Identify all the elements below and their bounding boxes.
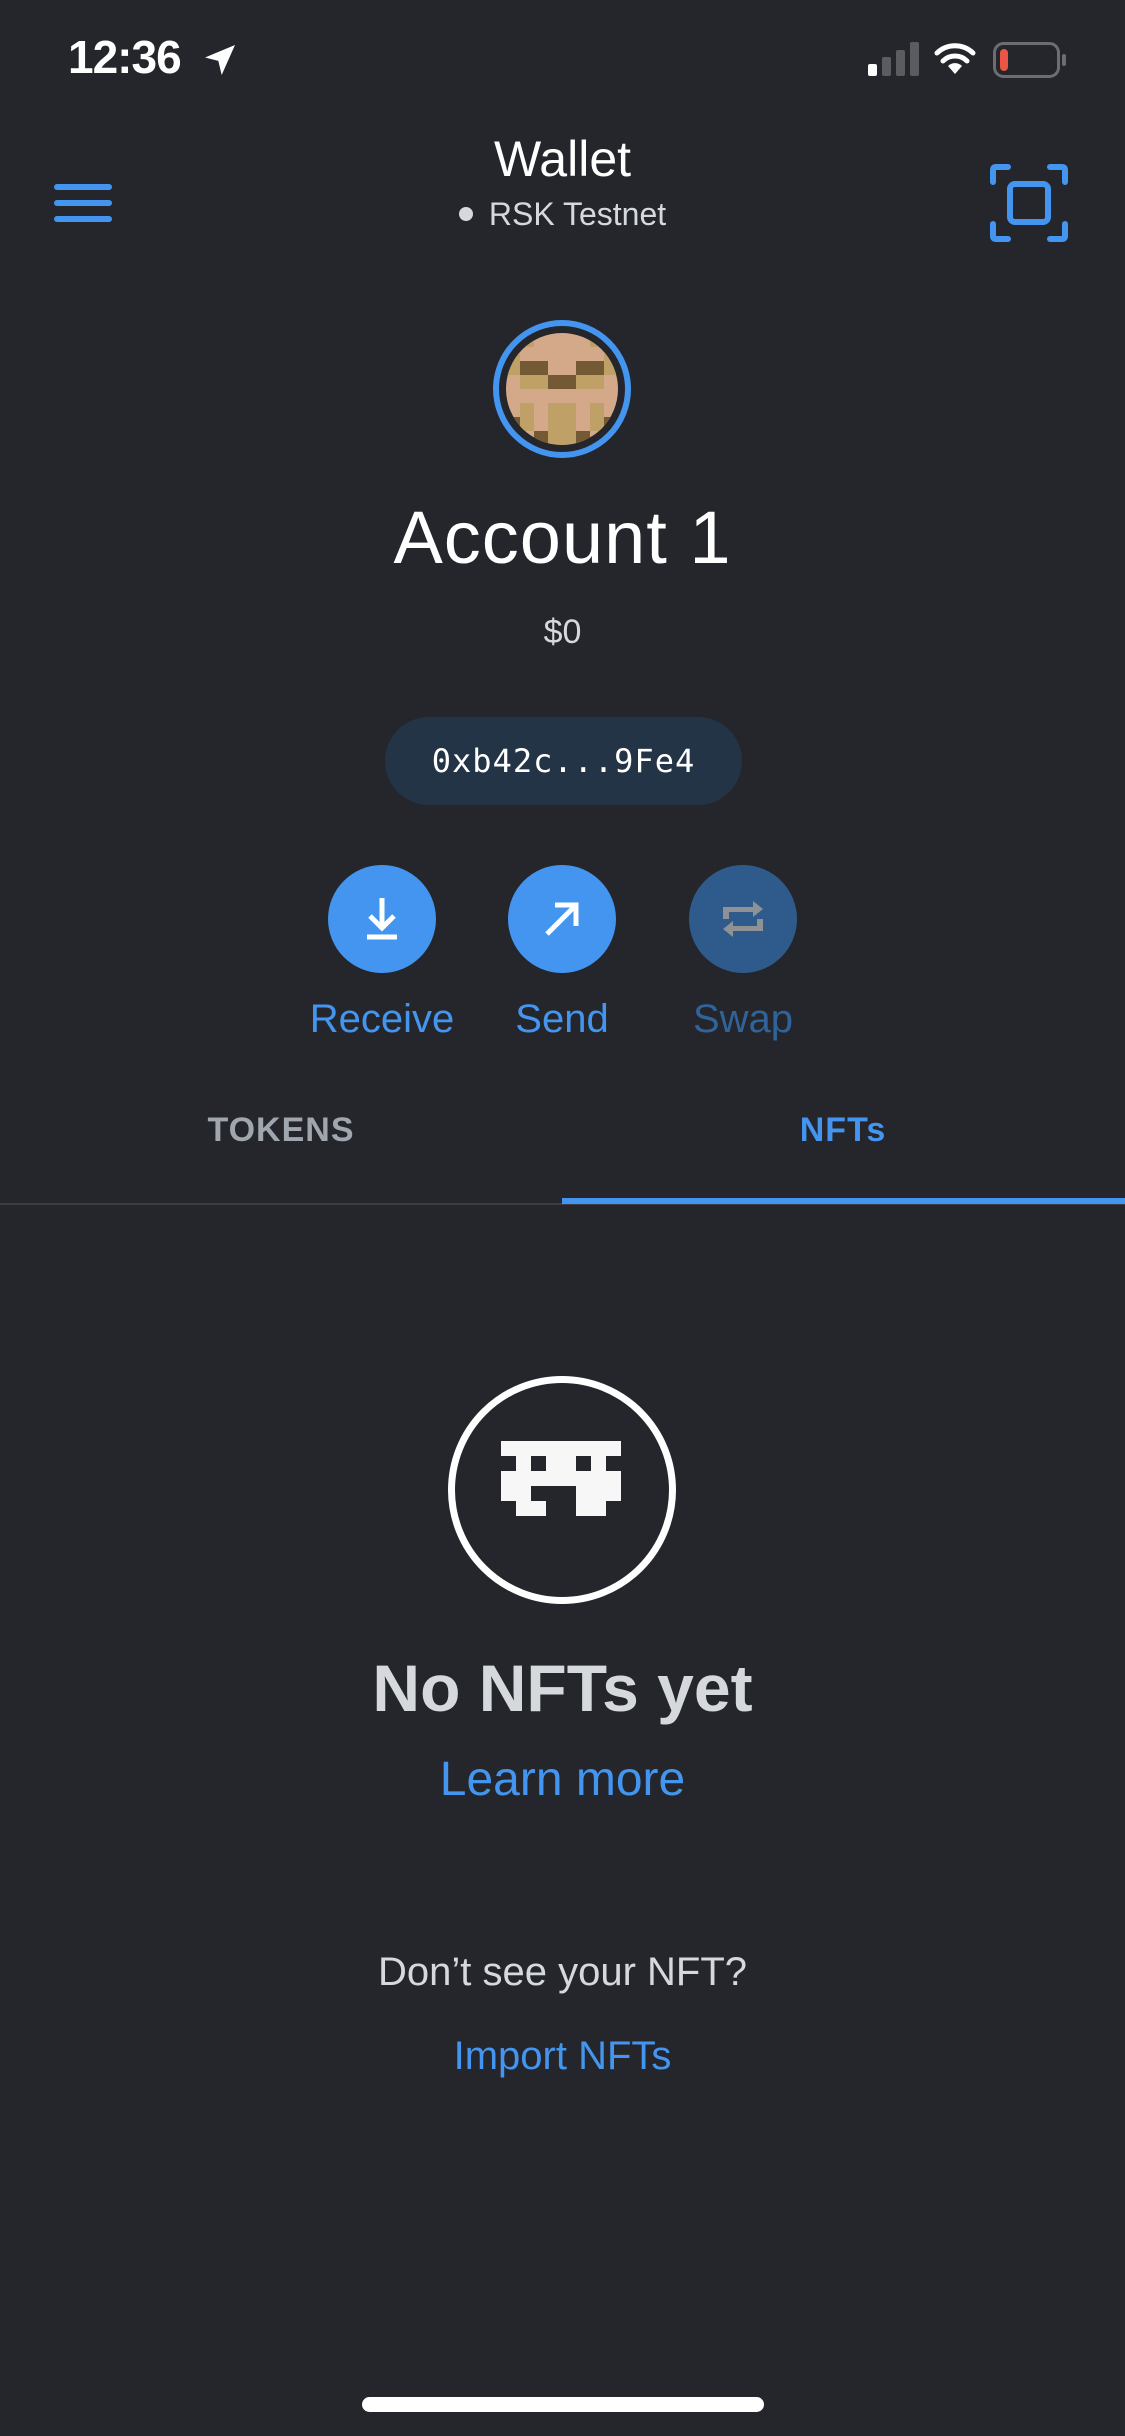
- swap-button-circle: [689, 865, 797, 973]
- wifi-icon: [934, 43, 976, 74]
- learn-more-link[interactable]: Learn more: [0, 1752, 1125, 1807]
- status-time: 12:36: [68, 31, 182, 83]
- receive-button[interactable]: Receive: [292, 865, 472, 1042]
- battery-icon: [993, 42, 1066, 78]
- swap-button[interactable]: Swap: [653, 865, 833, 1042]
- active-tab-indicator: [562, 1198, 1125, 1204]
- qr-scan-icon[interactable]: [990, 164, 1068, 242]
- swap-arrows-icon: [723, 901, 763, 937]
- identicon-avatar: [506, 333, 618, 445]
- account-address-button[interactable]: 0xb42c...9Fe4: [385, 717, 742, 805]
- space-invader-icon: [501, 1441, 621, 1516]
- send-button[interactable]: Send: [472, 865, 652, 1042]
- tab-tokens[interactable]: TOKENS: [0, 1090, 562, 1200]
- send-button-circle: [508, 865, 616, 973]
- network-selector[interactable]: RSK Testnet: [0, 196, 1125, 233]
- empty-state-icon-circle: [448, 1376, 676, 1604]
- swap-label: Swap: [692, 997, 794, 1041]
- account-name[interactable]: Account 1: [0, 495, 1125, 580]
- missing-nft-prompt: Don’t see your NFT?: [377, 1950, 748, 1994]
- receive-label: Receive: [309, 997, 455, 1041]
- cellular-signal-icon: [868, 42, 919, 76]
- tab-nfts[interactable]: NFTs: [562, 1090, 1124, 1200]
- account-address: 0xb42c...9Fe4: [431, 742, 696, 780]
- avatar[interactable]: [493, 320, 631, 458]
- network-status-dot: [458, 206, 473, 221]
- page-title: Wallet: [493, 131, 632, 187]
- location-arrow-icon: [205, 45, 235, 75]
- network-name: RSK Testnet: [488, 196, 667, 232]
- home-indicator[interactable]: [362, 2397, 764, 2412]
- send-arrow-up-right-icon: [545, 902, 579, 936]
- receive-button-circle: [328, 865, 436, 973]
- receive-arrow-down-icon: [367, 898, 397, 940]
- send-label: Send: [515, 997, 609, 1041]
- account-balance: $0: [543, 613, 582, 651]
- empty-state-title: No NFTs yet: [372, 1651, 753, 1725]
- import-nfts-link[interactable]: Import NFTs: [0, 2034, 1125, 2079]
